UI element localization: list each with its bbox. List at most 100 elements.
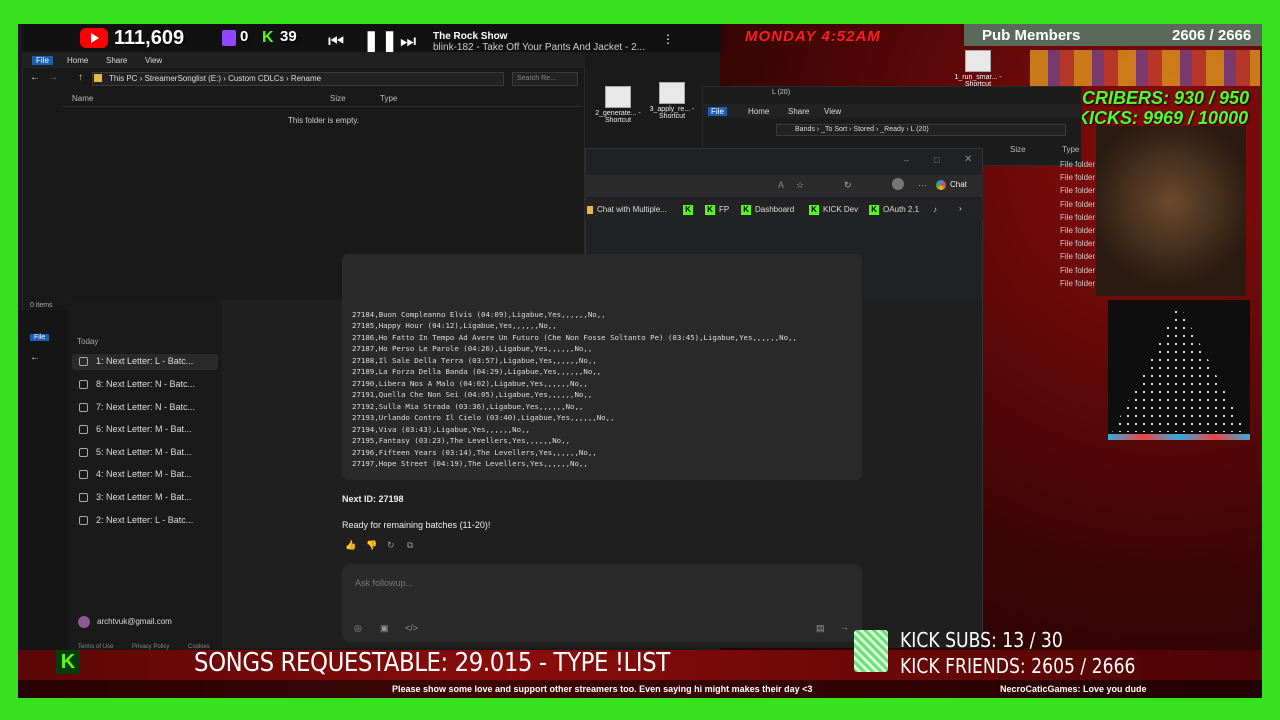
close-icon[interactable]: ✕ [964,154,972,165]
tab-view[interactable]: View [145,56,162,65]
tab-file[interactable]: File [30,334,50,341]
tab-share[interactable]: Share [106,56,127,65]
bookmark-chat-multiple[interactable]: Chat with Multiple... [587,205,667,214]
pause-icon[interactable]: ❚❚ [362,28,399,54]
search-input[interactable]: Search Re... [512,72,578,86]
file-type-cell: File folder [1060,252,1096,262]
chevron-right-icon[interactable]: › [959,204,962,213]
history-item[interactable]: 1: Next Letter: L - Batc... [79,356,193,367]
address-bar-2[interactable]: Bands › _To Sort › Stored › _Ready › L (… [776,124,1066,136]
attach-icon[interactable]: ▤ [816,623,825,634]
code-icon[interactable]: </> [405,623,418,633]
star-icon[interactable]: ☆ [796,180,804,191]
chat-button[interactable]: Chat [936,180,982,194]
history-item[interactable]: 8: Next Letter: N - Batc... [79,379,195,390]
explorer-ribbon: File Home Share View [22,52,585,68]
next-id-text: Next ID: 27198 [342,494,404,504]
tab-view[interactable]: View [824,107,841,116]
plinko-board [1108,300,1250,436]
copy-icon[interactable]: ⧉ [407,540,413,551]
translate-icon[interactable]: A [778,180,784,190]
kick-icon: K [869,205,879,215]
bookmark-oauth[interactable]: K OAuth 2.1 [869,205,919,215]
bookmark-dashboard[interactable]: K Dashboard [741,205,794,215]
history-item-label: 2: Next Letter: L - Batc... [96,515,194,525]
tab-home[interactable]: Home [748,107,769,116]
tiktok-icon[interactable]: ♪ [933,205,937,214]
code-line: 27195,Fantasy (03:23),The Levellers,Yes,… [352,436,571,445]
privacy-link[interactable]: Privacy Policy [132,644,169,650]
code-line: 27194,Viva (03:43),Ligabue,Yes,,,,,,No,, [352,425,530,434]
webcam-feed [1096,126,1246,296]
chat-bubble-icon [79,403,88,413]
history-item[interactable]: 3: Next Letter: M - Bat... [79,492,192,503]
tab-share[interactable]: Share [788,107,809,116]
next-track-icon[interactable]: ⏭ [400,31,416,52]
column-type[interactable]: Type [380,94,397,103]
path-segment[interactable]: L (20) [911,126,929,133]
file-type-list: File folder File folder File folder File… [1060,160,1095,292]
column-size[interactable]: Size [1010,145,1026,154]
path-segment[interactable]: This PC [109,74,137,83]
followup-input[interactable] [342,564,862,642]
address-bar[interactable]: This PC › StreamerSonglist (E:) › Custom… [92,72,504,86]
bookmark-kick-dev[interactable]: K KICK Dev [809,205,858,215]
back-arrow-icon[interactable]: ← [30,72,40,83]
youtube-icon [80,28,108,48]
path-segment[interactable]: _Ready [880,126,904,133]
file-type-cell: File folder [1060,199,1096,209]
tab-file[interactable]: File [708,107,727,116]
thumbs-down-icon[interactable]: 👎 [366,540,377,551]
send-icon[interactable]: → [840,622,849,632]
file-type-cell: File folder [1060,186,1096,196]
minimize-icon[interactable]: – [904,155,909,165]
terms-link[interactable]: Terms of Use [78,644,113,650]
chat-bubble-icon [79,380,88,390]
history-item-label: 5: Next Letter: M - Bat... [96,447,192,457]
image-icon[interactable]: ▣ [380,623,389,634]
thumbs-up-icon[interactable]: 👍 [345,540,356,551]
path-segment[interactable]: _To Sort [821,126,847,133]
back-arrow-icon[interactable]: ← [30,352,40,363]
history-item[interactable]: 4: Next Letter: M - Bat... [79,469,192,480]
globe-icon[interactable]: ◎ [354,623,362,634]
kick-icon: K [683,205,693,215]
path-segment[interactable]: StreamerSonglist (E:) [145,74,221,83]
maximize-icon[interactable]: □ [934,155,939,165]
folder-icon [94,74,102,82]
forward-arrow-icon[interactable]: → [48,72,58,83]
pub-members-label: Pub Members [982,27,1081,44]
bookmark-kick[interactable]: K [683,205,697,215]
history-item[interactable]: 7: Next Letter: N - Batc... [79,402,195,413]
more-icon[interactable]: ⋯ [918,180,927,191]
path-segment[interactable]: Stored [853,126,874,133]
user-avatar[interactable] [78,616,90,628]
bookmark-fp[interactable]: K FP [705,205,729,215]
up-arrow-icon[interactable]: ↑ [78,72,83,83]
tab-home[interactable]: Home [67,56,88,65]
empty-folder-message: This folder is empty. [288,116,359,125]
shortcut-label: 3_apply_re... - Shortcut [649,106,695,120]
history-item[interactable]: 2: Next Letter: L - Batc... [79,515,194,526]
more-options-icon[interactable]: ⋮ [662,32,674,46]
desktop-shortcut[interactable]: 2_generate... - Shortcut [592,86,644,124]
path-segment[interactable]: Custom CDLCs [228,74,284,83]
column-name[interactable]: Name [72,94,93,103]
twitch-count: 0 [240,28,249,45]
desktop-shortcut[interactable]: 3_apply_re... - Shortcut [646,82,698,120]
previous-track-icon[interactable]: ⏮ [328,31,344,52]
refresh-icon[interactable]: ↻ [844,180,852,191]
left-panel [18,310,68,650]
path-segment[interactable]: Bands [795,126,815,133]
history-item[interactable]: 5: Next Letter: M - Bat... [79,447,192,458]
column-size[interactable]: Size [330,94,346,103]
history-item[interactable]: 6: Next Letter: M - Bat... [79,424,192,435]
column-type[interactable]: Type [1062,145,1079,154]
path-segment[interactable]: Rename [291,74,321,83]
regenerate-icon[interactable]: ↻ [387,540,395,551]
desktop-shortcut[interactable]: 1_run_smar... - Shortcut [952,50,1004,88]
profile-avatar[interactable] [892,178,904,190]
tab-file[interactable]: File [32,56,53,65]
bookmarks-bar: Chat with Multiple... K K FP K Dashboard K… [585,200,983,220]
pub-members-count: 2606 / 2666 [1172,27,1252,44]
